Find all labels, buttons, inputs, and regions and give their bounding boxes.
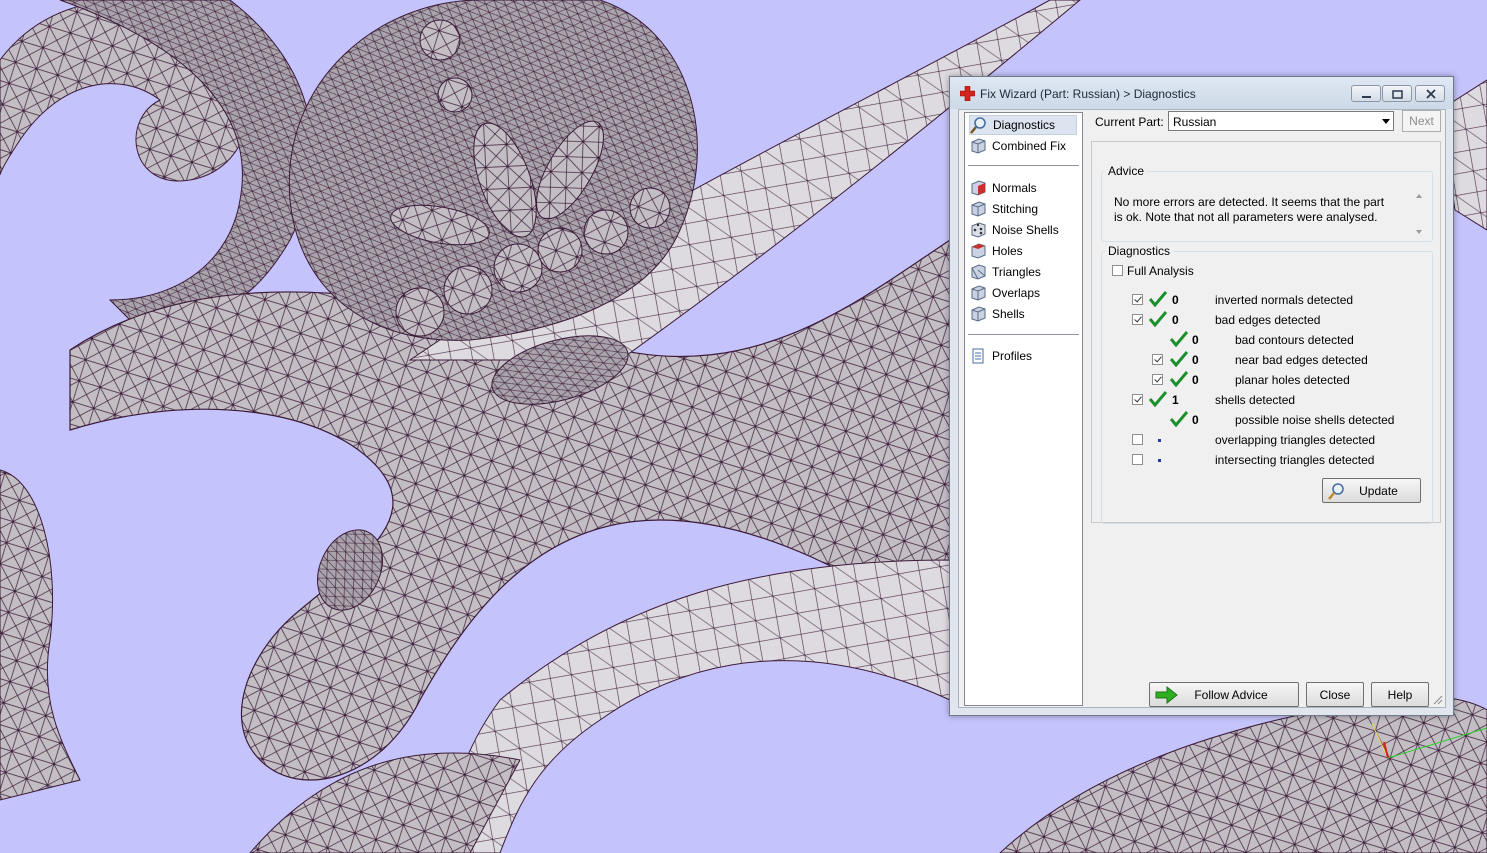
shells-count: 1 — [1172, 393, 1179, 407]
bad-edges-label: bad edges detected — [1215, 313, 1321, 327]
nav-item-shells[interactable]: Shells — [969, 304, 1077, 324]
bad-contours-label: bad contours detected — [1235, 333, 1354, 347]
nav-item-label: Profiles — [992, 349, 1033, 363]
title-bar[interactable]: Fix Wizard (Part: Russian) > Diagnostics — [950, 77, 1453, 109]
green-check-icon — [1149, 291, 1167, 307]
advice-scrollbar[interactable] — [1412, 190, 1426, 238]
bad-edges-checkbox[interactable] — [1132, 314, 1143, 325]
nav-divider — [968, 165, 1079, 166]
nav-item-holes[interactable]: Holes — [969, 241, 1077, 261]
close-button[interactable]: Close — [1306, 682, 1364, 707]
nav-item-overlaps[interactable]: Overlaps — [969, 283, 1077, 303]
cube-icon — [971, 264, 986, 280]
window-title: Fix Wizard (Part: Russian) > Diagnostics — [980, 87, 1196, 101]
nav-divider — [968, 334, 1079, 335]
nav-item-label: Overlaps — [992, 286, 1041, 300]
dialog-client-area: Diagnostics Combined Fix Normals Stitchi — [958, 109, 1446, 708]
next-button[interactable]: Next — [1402, 110, 1441, 132]
mesh-left-edge — [0, 469, 81, 801]
follow-advice-button[interactable]: Follow Advice — [1149, 682, 1299, 707]
noise-shells-label: possible noise shells detected — [1235, 413, 1395, 427]
overlapping-triangles-checkbox[interactable] — [1132, 434, 1143, 445]
full-analysis-checkbox[interactable] — [1112, 265, 1123, 276]
intersecting-triangles-label: intersecting triangles detected — [1215, 453, 1375, 467]
noise-shells-count: 0 — [1192, 413, 1199, 427]
help-button[interactable]: Help — [1371, 682, 1429, 707]
nav-item-noise-shells[interactable]: Noise Shells — [969, 220, 1077, 240]
advice-legend: Advice — [1108, 164, 1145, 178]
nav-item-label: Stitching — [992, 202, 1039, 216]
planar-holes-checkbox[interactable] — [1152, 374, 1163, 385]
planar-holes-count: 0 — [1192, 373, 1199, 387]
nav-item-triangles[interactable]: Triangles — [969, 262, 1077, 282]
green-check-icon — [1149, 311, 1167, 327]
maximize-button[interactable] — [1382, 85, 1412, 102]
current-part-select[interactable]: Russian — [1168, 111, 1394, 131]
overlapping-triangles-label: overlapping triangles detected — [1215, 433, 1376, 447]
wizard-nav: Diagnostics Combined Fix Normals Stitchi — [964, 112, 1083, 706]
near-bad-edges-label: near bad edges detected — [1235, 353, 1368, 367]
green-check-icon — [1170, 351, 1188, 367]
shells-label: shells detected — [1215, 393, 1296, 407]
nav-item-combined-fix[interactable]: Combined Fix — [969, 136, 1077, 156]
inverted-normals-label: inverted normals detected — [1215, 293, 1354, 307]
restore-icon — [1392, 90, 1403, 99]
chevron-down-icon — [1382, 119, 1390, 124]
nav-item-diagnostics[interactable]: Diagnostics — [969, 115, 1077, 135]
near-bad-edges-checkbox[interactable] — [1152, 354, 1163, 365]
dice-icon — [971, 222, 986, 238]
nav-item-label: Combined Fix — [992, 139, 1067, 153]
minimize-button[interactable] — [1351, 85, 1381, 102]
nav-item-label: Normals — [992, 181, 1037, 195]
advice-text: No more errors are detected. It seems th… — [1114, 195, 1385, 224]
update-label: Update — [1359, 484, 1398, 498]
inverted-normals-count: 0 — [1172, 293, 1179, 307]
update-button[interactable]: Update — [1322, 478, 1421, 503]
nav-item-label: Triangles — [992, 265, 1041, 279]
cube-icon — [971, 285, 986, 301]
nav-item-profiles[interactable]: Profiles — [969, 346, 1077, 366]
resize-grip-icon[interactable] — [1431, 693, 1443, 705]
close-icon — [1426, 89, 1436, 99]
green-check-icon — [1170, 371, 1188, 387]
green-check-icon — [1170, 331, 1188, 347]
document-icon — [972, 348, 984, 364]
bad-edges-count: 0 — [1172, 313, 1179, 327]
red-cube-icon — [971, 180, 986, 196]
full-analysis-label: Full Analysis — [1127, 264, 1194, 278]
current-part-value: Russian — [1173, 115, 1217, 129]
mesh-lower-leaf — [439, 559, 951, 853]
cube-icon — [971, 201, 986, 217]
near-bad-edges-count: 0 — [1192, 353, 1199, 367]
nav-item-normals[interactable]: Normals — [969, 178, 1077, 198]
fix-wizard-window: Fix Wizard (Part: Russian) > Diagnostics… — [949, 76, 1454, 716]
close-label: Close — [1319, 688, 1351, 702]
intersecting-triangles-checkbox[interactable] — [1132, 454, 1143, 465]
inverted-normals-checkbox[interactable] — [1132, 294, 1143, 305]
close-window-button[interactable] — [1415, 85, 1445, 102]
planar-holes-label: planar holes detected — [1235, 373, 1350, 387]
diagnostics-legend: Diagnostics — [1108, 244, 1171, 258]
green-check-icon — [1149, 391, 1167, 407]
shells-checkbox[interactable] — [1132, 394, 1143, 405]
not-analysed-dot-icon — [1158, 439, 1161, 442]
magnifier-icon — [970, 117, 986, 134]
not-analysed-dot-icon — [1158, 459, 1161, 462]
advice-group: Advice No more errors are detected. It s… — [1101, 164, 1433, 242]
red-cube-icon — [971, 243, 986, 259]
nav-item-label: Holes — [992, 244, 1023, 258]
cube-icon — [971, 306, 986, 322]
nav-item-label: Diagnostics — [993, 118, 1056, 132]
cube-icon — [971, 138, 986, 154]
help-label: Help — [1387, 688, 1413, 702]
current-part-label: Current Part: — [1095, 115, 1164, 129]
nav-item-stitching[interactable]: Stitching — [969, 199, 1077, 219]
green-check-icon — [1170, 411, 1188, 427]
red-cross-icon — [960, 86, 975, 101]
nav-item-label: Noise Shells — [992, 223, 1059, 237]
bad-contours-count: 0 — [1192, 333, 1199, 347]
minimize-icon — [1362, 96, 1371, 98]
nav-item-label: Shells — [992, 307, 1025, 321]
follow-advice-label: Follow Advice — [1194, 688, 1268, 702]
